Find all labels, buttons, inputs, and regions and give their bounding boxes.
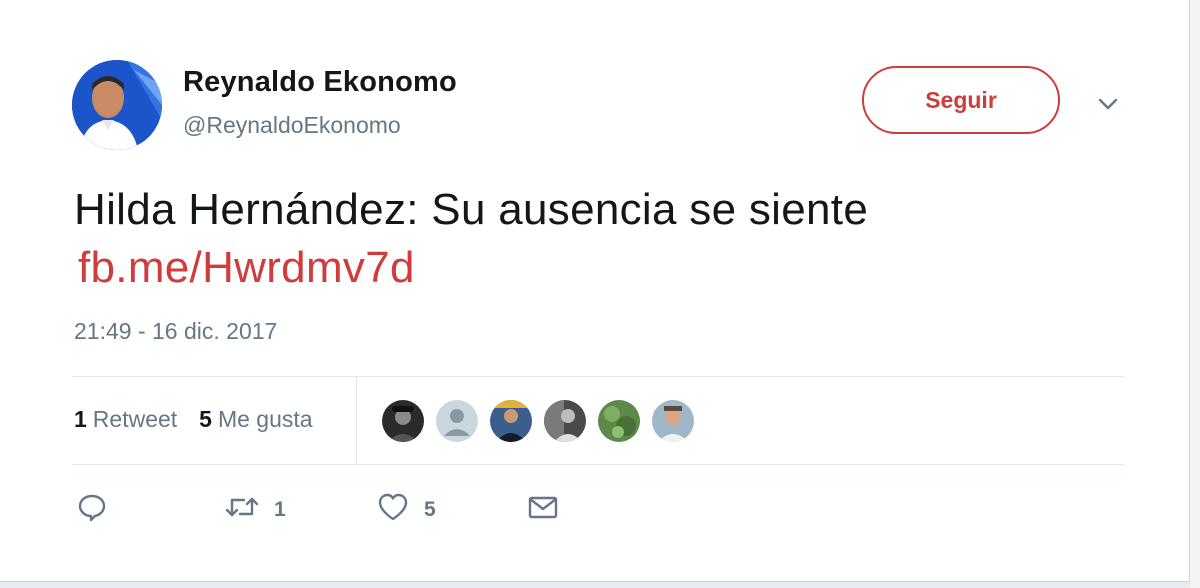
tweet-card: Reynaldo Ekonomo @ReynaldoEkonomo Seguir… (0, 0, 1190, 582)
like-count: 5 (424, 498, 436, 521)
likers-avatars (380, 398, 704, 444)
retweet-button[interactable]: 1 (224, 488, 286, 532)
vertical-divider (356, 377, 357, 464)
user-display-name[interactable]: Reynaldo Ekonomo (183, 66, 457, 99)
divider (72, 464, 1124, 465)
tweet-actions: 1 5 (0, 488, 1190, 538)
reply-icon (76, 491, 108, 529)
follow-button[interactable]: Seguir (862, 66, 1060, 134)
like-stat-count: 5 (199, 406, 212, 432)
retweet-stat-count: 1 (74, 406, 87, 432)
tweet-timestamp[interactable]: 21:49 - 16 dic. 2017 (74, 318, 277, 345)
tweet-link[interactable]: fb.me/Hwrdmv7d (78, 240, 415, 296)
heart-icon (376, 491, 410, 529)
retweet-stat-label: Retweet (92, 406, 178, 432)
user-avatar[interactable] (72, 60, 162, 150)
like-button[interactable]: 5 (376, 488, 436, 532)
tweet-text: Hilda Hernández: Su ausencia se siente (74, 185, 869, 234)
divider (72, 376, 1124, 377)
retweet-count: 1 (274, 498, 286, 521)
user-handle[interactable]: @ReynaldoEkonomo (183, 112, 401, 139)
reply-button[interactable] (76, 488, 108, 532)
retweet-stat[interactable]: 1 Retweet (74, 406, 177, 433)
liker-avatar[interactable] (434, 398, 480, 444)
liker-avatar[interactable] (380, 398, 426, 444)
tweet-stats: 1 Retweet 5 Me gusta (74, 406, 313, 433)
liker-avatar[interactable] (650, 398, 696, 444)
liker-avatar[interactable] (542, 398, 588, 444)
direct-message-button[interactable] (526, 488, 560, 532)
page-edge (1190, 0, 1200, 588)
liker-avatar[interactable] (596, 398, 642, 444)
envelope-icon (526, 491, 560, 529)
liker-avatar[interactable] (488, 398, 534, 444)
chevron-down-icon[interactable] (1094, 90, 1122, 118)
retweet-icon (224, 491, 260, 529)
like-stat[interactable]: 5 Me gusta (199, 406, 312, 433)
like-stat-label: Me gusta (217, 406, 313, 432)
